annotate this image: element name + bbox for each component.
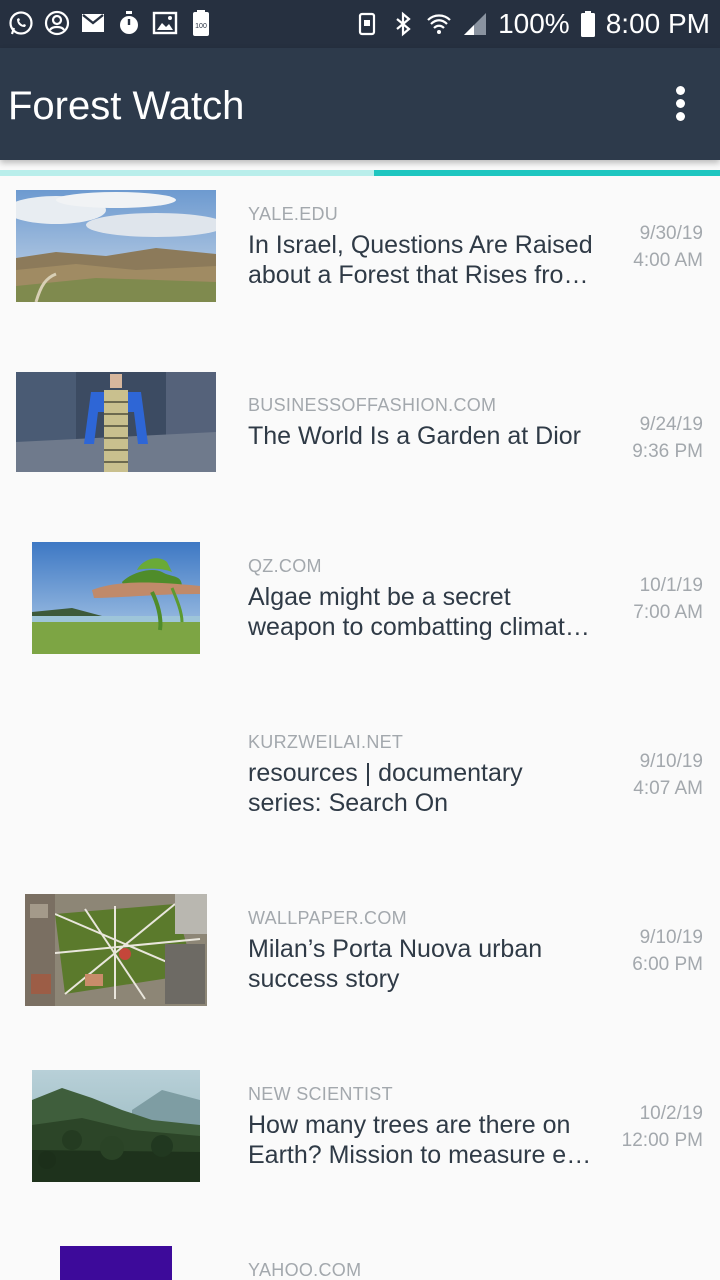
article-date-day: 9/30/19 <box>639 223 703 244</box>
article-source: NEW SCIENTIST <box>248 1084 393 1104</box>
news-item[interactable]: BUSINESSOFFASHION.COM The World Is a Gar… <box>0 352 720 528</box>
more-vert-icon[interactable] <box>670 86 690 122</box>
article-date-time: 4:07 AM <box>633 778 703 799</box>
headline-line: success story <box>248 965 400 993</box>
article-date-time: 6:00 PM <box>632 954 703 975</box>
article-thumbnail <box>32 542 200 654</box>
news-item[interactable]: NEW SCIENTIST How many trees are there o… <box>0 1056 720 1232</box>
article-date-time: 9:36 PM <box>632 441 703 462</box>
article-date-time: 7:00 AM <box>633 602 703 623</box>
article-date: 9/10/19 4:07 AM <box>633 748 703 802</box>
news-item[interactable]: QZ.COM Algae might be a secret weapon to… <box>0 528 720 704</box>
article-headline[interactable]: In Israel, Questions Are Raised about a … <box>248 230 600 290</box>
mail-icon <box>80 10 106 36</box>
clock: 8:00 PM <box>605 8 710 39</box>
news-item[interactable]: YALE.EDU In Israel, Questions Are Raised… <box>0 176 720 352</box>
battery-percent: 100% <box>498 8 570 39</box>
system-icons: 100% 8:00 PM <box>354 6 710 42</box>
battery-icon <box>580 11 596 37</box>
headline-line: weapon to combatting climate change <box>248 613 600 641</box>
headline-line: Earth? Mission to measure every tree <box>248 1141 600 1169</box>
article-source: YAHOO.COM <box>248 1260 362 1280</box>
headline-line: series: Search On <box>248 789 449 817</box>
bluetooth-icon <box>390 11 416 37</box>
news-item[interactable]: YAHOO.COM <box>0 1232 720 1280</box>
article-date-day: 10/1/19 <box>639 575 703 596</box>
app-bar: Forest Watch <box>0 48 720 160</box>
article-thumbnail <box>16 190 216 302</box>
app-title: Forest Watch <box>8 84 245 128</box>
article-date: 9/10/19 6:00 PM <box>632 924 703 978</box>
article-date: 10/2/19 12:00 PM <box>622 1100 703 1154</box>
article-source: YALE.EDU <box>248 204 339 224</box>
article-source: KURZWEILAI.NET <box>248 732 404 752</box>
headline-line: The World Is a Garden at Dior <box>248 422 582 450</box>
article-thumbnail <box>16 372 216 472</box>
image-icon <box>152 10 178 36</box>
signal-icon <box>462 11 488 37</box>
article-headline[interactable]: Milan’s Porta Nuova urban success story <box>248 934 600 994</box>
status-bar: 100 100% 8:00 PM <box>0 0 720 48</box>
headline-line: Milan’s Porta Nuova urban <box>248 935 543 963</box>
article-date-day: 9/24/19 <box>639 414 703 435</box>
article-thumbnail <box>25 894 207 1006</box>
article-date: 9/24/19 9:36 PM <box>632 411 703 465</box>
headline-line: resources | documentary <box>248 759 523 787</box>
article-source: WALLPAPER.COM <box>248 908 407 928</box>
svg-text:100: 100 <box>195 23 207 30</box>
account-circle-icon <box>44 10 70 36</box>
article-date: 9/30/19 4:00 AM <box>633 220 703 274</box>
article-date-day: 9/10/19 <box>639 927 703 948</box>
notification-icons: 100 <box>8 10 214 36</box>
nfc-icon <box>354 11 380 37</box>
headline-line: about a Forest that Rises from the Deser… <box>248 261 600 289</box>
article-date: 10/1/19 7:00 AM <box>633 572 703 626</box>
wifi-icon <box>426 11 452 37</box>
article-headline[interactable]: resources | documentary series: Search O… <box>248 758 600 818</box>
news-item[interactable]: KURZWEILAI.NET resources | documentary s… <box>0 704 720 880</box>
news-item[interactable]: WALLPAPER.COM Milan’s Porta Nuova urban … <box>0 880 720 1056</box>
article-headline[interactable]: The World Is a Garden at Dior <box>248 421 600 451</box>
article-date-time: 4:00 AM <box>633 250 703 271</box>
whatsapp-icon <box>8 10 34 36</box>
article-source: BUSINESSOFFASHION.COM <box>248 395 497 415</box>
headline-line: In Israel, Questions Are Raised <box>248 231 593 259</box>
headline-line: How many trees are there on <box>248 1111 571 1139</box>
article-date-day: 9/10/19 <box>639 751 703 772</box>
headline-line: Algae might be a secret <box>248 583 511 611</box>
article-headline[interactable]: How many trees are there on Earth? Missi… <box>248 1110 600 1170</box>
article-date-time: 12:00 PM <box>621 1130 703 1151</box>
timer-icon <box>116 10 142 36</box>
battery-saver-100-icon: 100 <box>188 10 214 36</box>
article-date-day: 10/2/19 <box>639 1103 703 1124</box>
article-thumbnail <box>60 1246 172 1280</box>
article-headline[interactable]: Algae might be a secret weapon to combat… <box>248 582 600 642</box>
article-source: QZ.COM <box>248 556 322 576</box>
article-thumbnail <box>32 1070 200 1182</box>
